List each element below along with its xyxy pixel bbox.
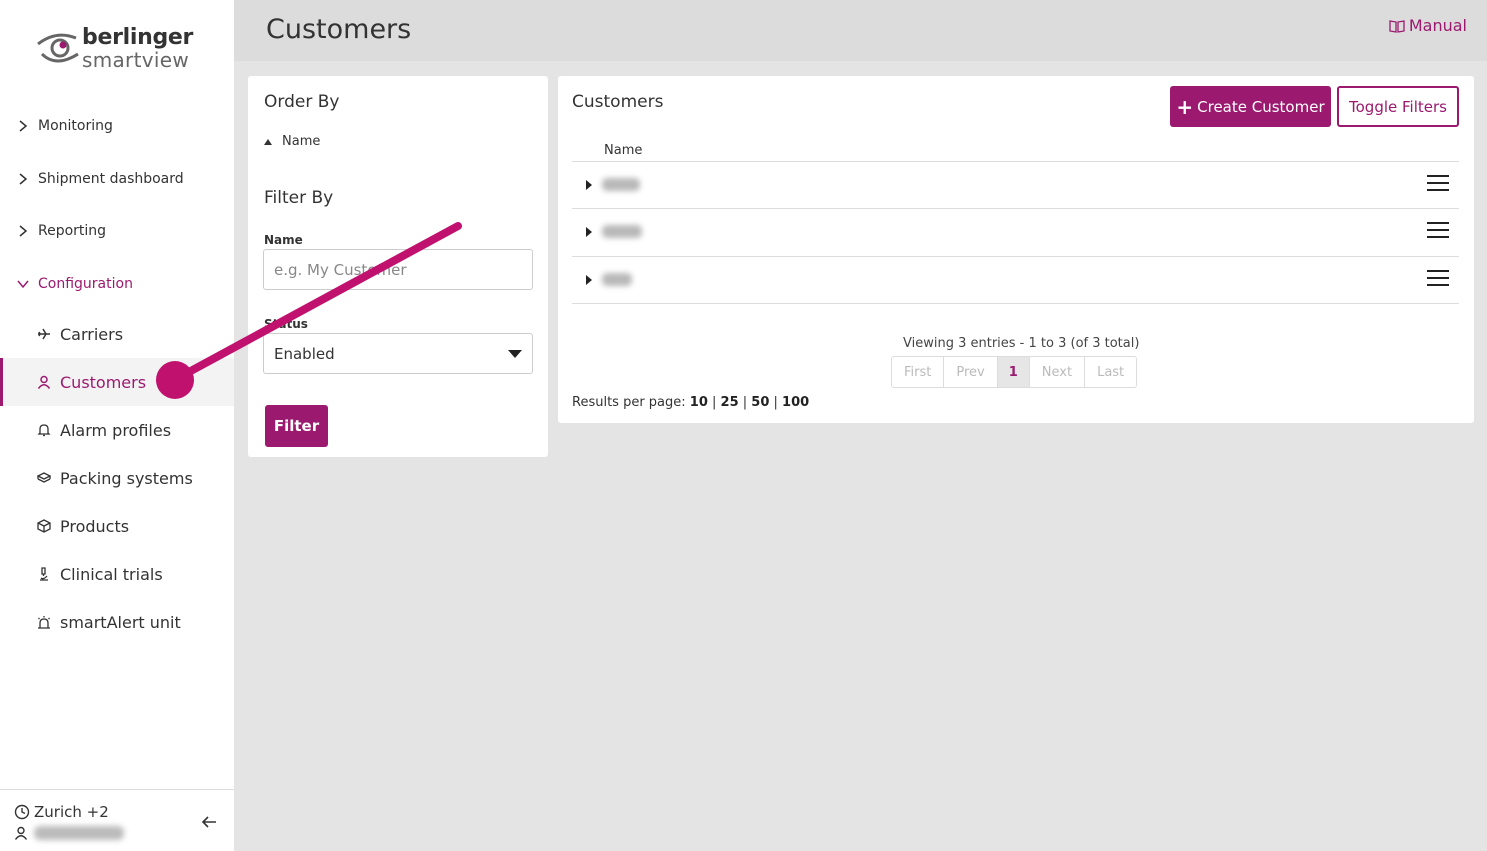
order-filter-panel: Order By Name Filter By Name Status Enab… bbox=[248, 76, 548, 457]
customer-name-redacted bbox=[602, 273, 632, 286]
chevron-right-icon bbox=[19, 225, 28, 237]
sidebar-item-products[interactable]: Products bbox=[0, 502, 234, 550]
status-select[interactable]: Enabled bbox=[263, 333, 533, 374]
results-per-page: Results per page: 10 | 25 | 50 | 100 bbox=[572, 395, 810, 410]
microscope-icon bbox=[36, 566, 52, 582]
user-icon bbox=[14, 826, 28, 840]
manual-label: Manual bbox=[1408, 16, 1467, 35]
sidebar-item-label: Carriers bbox=[60, 324, 124, 344]
collapse-sidebar-icon[interactable] bbox=[200, 814, 218, 830]
page-title: Customers bbox=[266, 14, 412, 45]
sidebar-item-customers[interactable]: Customers bbox=[0, 358, 234, 406]
status-filter-label: Status bbox=[264, 317, 308, 331]
brand-name: berlinger bbox=[82, 25, 194, 50]
caret-down-icon bbox=[508, 349, 522, 358]
pagination: First Prev 1 Next Last bbox=[891, 356, 1138, 388]
row-menu-icon[interactable] bbox=[1427, 222, 1449, 240]
toggle-filters-button[interactable]: Toggle Filters bbox=[1337, 86, 1459, 127]
sidebar-item-label: smartAlert unit bbox=[60, 612, 181, 632]
customers-heading: Customers bbox=[572, 92, 664, 112]
column-header-name[interactable]: Name bbox=[604, 143, 642, 158]
results-per-page-label: Results per page: bbox=[572, 395, 686, 410]
chevron-right-icon bbox=[19, 173, 28, 185]
timezone[interactable]: Zurich +2 bbox=[14, 803, 109, 821]
create-customer-label: Create Customer bbox=[1197, 97, 1325, 116]
expand-row-icon[interactable] bbox=[586, 274, 592, 285]
user-name-redacted bbox=[34, 826, 124, 840]
sort-by-name[interactable]: Name bbox=[264, 134, 320, 149]
bell-icon bbox=[36, 422, 52, 438]
sidebar-footer: Zurich +2 bbox=[0, 789, 234, 851]
chevron-down-icon bbox=[17, 280, 29, 289]
order-by-heading: Order By bbox=[264, 92, 340, 112]
sidebar-item-configuration[interactable]: Configuration bbox=[0, 260, 234, 308]
sidebar-item-label: Customers bbox=[60, 372, 147, 392]
plus-icon: + bbox=[1176, 94, 1194, 119]
sidebar-item-label: Products bbox=[60, 516, 130, 536]
eye-logo-icon bbox=[37, 33, 79, 63]
customers-panel: Customers + Create Customer Toggle Filte… bbox=[558, 76, 1474, 423]
filter-button[interactable]: Filter bbox=[265, 405, 328, 447]
pager-prev[interactable]: Prev bbox=[944, 357, 998, 387]
sidebar-item-shipment-dashboard[interactable]: Shipment dashboard bbox=[0, 155, 234, 203]
filter-by-heading: Filter By bbox=[264, 188, 334, 208]
sidebar-item-alarm-profiles[interactable]: Alarm profiles bbox=[0, 406, 234, 454]
status-select-value: Enabled bbox=[274, 344, 335, 363]
table-row bbox=[572, 208, 1459, 255]
page-size-option[interactable]: 25 bbox=[721, 395, 739, 410]
page-header: Customers Manual bbox=[234, 0, 1487, 61]
sidebar: berlinger smartview Monitoring Shipment … bbox=[0, 0, 234, 851]
cube-icon bbox=[36, 518, 52, 534]
airplane-icon bbox=[36, 326, 52, 342]
sidebar-item-label: Clinical trials bbox=[60, 564, 163, 584]
siren-icon bbox=[36, 614, 52, 630]
book-icon bbox=[1389, 19, 1405, 33]
page-size-option[interactable]: 100 bbox=[782, 395, 809, 410]
row-menu-icon[interactable] bbox=[1427, 270, 1449, 288]
page-size-option[interactable]: 50 bbox=[751, 395, 769, 410]
pager-next[interactable]: Next bbox=[1030, 357, 1086, 387]
customer-name-redacted bbox=[602, 225, 642, 238]
customer-name-redacted bbox=[602, 178, 640, 191]
row-menu-icon[interactable] bbox=[1427, 175, 1449, 193]
sidebar-item-label: Reporting bbox=[38, 223, 107, 239]
current-user[interactable] bbox=[14, 826, 124, 840]
user-icon bbox=[36, 374, 52, 390]
sidebar-item-clinical-trials[interactable]: Clinical trials bbox=[0, 550, 234, 598]
manual-link[interactable]: Manual bbox=[1389, 16, 1467, 35]
sidebar-item-label: Monitoring bbox=[38, 118, 113, 134]
sort-ascending-icon bbox=[264, 138, 272, 145]
sidebar-item-smartalert-unit[interactable]: smartAlert unit bbox=[0, 598, 234, 646]
sidebar-item-carriers[interactable]: Carriers bbox=[0, 310, 234, 358]
table-row bbox=[572, 256, 1459, 303]
sort-field-label: Name bbox=[282, 134, 321, 149]
box-stack-icon bbox=[36, 470, 52, 486]
page-size-option[interactable]: 10 bbox=[690, 395, 708, 410]
pagination-summary: Viewing 3 entries - 1 to 3 (of 3 total) bbox=[903, 336, 1140, 351]
sidebar-item-reporting[interactable]: Reporting bbox=[0, 207, 234, 255]
expand-row-icon[interactable] bbox=[586, 179, 592, 190]
clock-icon bbox=[14, 804, 30, 820]
name-filter-label: Name bbox=[264, 233, 303, 247]
chevron-right-icon bbox=[19, 120, 28, 132]
sidebar-item-monitoring[interactable]: Monitoring bbox=[0, 102, 234, 150]
pager-last[interactable]: Last bbox=[1085, 357, 1136, 387]
sidebar-item-label: Packing systems bbox=[60, 468, 193, 488]
create-customer-button[interactable]: + Create Customer bbox=[1170, 86, 1331, 127]
pager-current-page[interactable]: 1 bbox=[997, 357, 1030, 387]
timezone-label: Zurich +2 bbox=[34, 803, 109, 821]
berlinger-logo[interactable]: berlinger smartview bbox=[36, 24, 206, 74]
pager-first[interactable]: First bbox=[892, 357, 945, 387]
sidebar-item-label: Shipment dashboard bbox=[38, 171, 184, 187]
expand-row-icon[interactable] bbox=[586, 226, 592, 237]
sidebar-item-label: Configuration bbox=[38, 276, 133, 292]
brand-product: smartview bbox=[82, 48, 189, 72]
table-row bbox=[572, 161, 1459, 208]
table-divider bbox=[572, 303, 1459, 304]
name-filter-input[interactable] bbox=[263, 249, 533, 290]
sidebar-item-label: Alarm profiles bbox=[60, 420, 172, 440]
sidebar-item-packing-systems[interactable]: Packing systems bbox=[0, 454, 234, 502]
